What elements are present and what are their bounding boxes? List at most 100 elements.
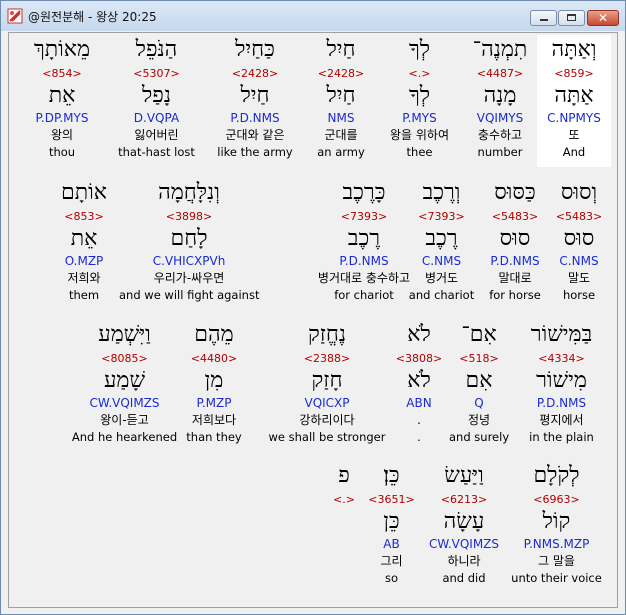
english-gloss: than they bbox=[186, 430, 242, 444]
korean-gloss: 왕을 위하여 bbox=[389, 128, 449, 142]
lemma-word: אֵת bbox=[70, 226, 98, 251]
lemma-word: סוּס bbox=[499, 226, 531, 251]
lemma-word: לְךָ bbox=[408, 83, 431, 108]
word-cell[interactable]: הַנֹּפֵל <5307> נָפַל D.VQPA 잃어버린 that-hast l… bbox=[109, 35, 204, 167]
parse-code: D.VQPA bbox=[133, 111, 180, 125]
parse-code: P.DP.MYS bbox=[35, 111, 89, 125]
word-cell[interactable]: לְקֹלָם <6963> קוֹל P.NMS.MZP 그 말을 unto their… bbox=[509, 461, 604, 593]
word-cell[interactable]: כַּחַיִל <2428> חַיִל P.D.NMS 군대와 같은 like the… bbox=[205, 35, 305, 167]
close-icon: ✕ bbox=[597, 11, 609, 25]
lemma-word: עָשָׂה bbox=[443, 509, 485, 534]
word-cell[interactable]: וְאַתָּה <859> אַתָּה C.NPMYS 또 And bbox=[537, 35, 611, 167]
word-cell[interactable]: פ <.> bbox=[324, 461, 364, 593]
hebrew-word: וַיִּשְׁמַע bbox=[98, 322, 151, 347]
word-cell[interactable]: כַּסּוּס <5483> סוּס P.D.NMS 말대로 for horse bbox=[481, 178, 549, 310]
english-gloss: and did bbox=[442, 571, 486, 585]
korean-gloss: 말대로 bbox=[498, 271, 532, 285]
hebrew-word: וְאַתָּה bbox=[551, 37, 597, 62]
english-gloss: them bbox=[68, 288, 100, 302]
english-gloss: unto their voice bbox=[511, 571, 602, 585]
english-gloss: and surely bbox=[449, 430, 510, 444]
hebrew-word: כַּסּוּס bbox=[494, 180, 536, 205]
parse-code: AB bbox=[383, 537, 400, 551]
korean-gloss: 그 말을 bbox=[538, 554, 575, 568]
word-cell[interactable]: וַיַּעַשׂ <6213> עָשָׂה CW.VQIMZS 하니라 and did bbox=[424, 461, 504, 593]
word-cell[interactable]: וְסוּס <5483> סוּס C.NMS 말도 horse bbox=[550, 178, 608, 310]
lemma-word: נָפַל bbox=[142, 83, 171, 108]
lemma-word: מָנָה bbox=[483, 83, 517, 108]
parse-code: CW.VQIMZS bbox=[428, 537, 500, 551]
english-gloss: that-hast lost bbox=[118, 145, 195, 159]
hebrew-word: אוֹתָם bbox=[61, 180, 107, 205]
hebrew-word: לְךָ bbox=[408, 37, 431, 62]
strongs-number: <4334> bbox=[538, 352, 585, 365]
lemma-word: רֶכֶב bbox=[425, 226, 458, 251]
korean-gloss: 왕의 bbox=[50, 128, 74, 142]
strongs-number: <6213> bbox=[440, 493, 488, 506]
korean-gloss: 말도 bbox=[567, 271, 591, 285]
hebrew-word: אִם־ bbox=[461, 322, 497, 347]
english-gloss: so bbox=[384, 571, 399, 585]
english-gloss: . bbox=[417, 430, 421, 444]
hebrew-word: וְרֶכֶב bbox=[422, 180, 461, 205]
english-gloss: number bbox=[477, 145, 523, 159]
close-button[interactable]: ✕ bbox=[587, 10, 619, 26]
strongs-number: <3898> bbox=[165, 210, 213, 223]
hebrew-word: הַנֹּפֵל bbox=[135, 37, 178, 62]
english-gloss: And he hearkened bbox=[71, 430, 178, 444]
lemma-word: שָׁמַע bbox=[103, 368, 146, 393]
word-cell[interactable]: אוֹתָם <853> אֵת O.MZP 저희와 them bbox=[49, 178, 119, 310]
korean-gloss: 강하리이다 bbox=[299, 413, 355, 427]
english-gloss: and chariot bbox=[408, 288, 475, 302]
word-cell[interactable]: אִם־ <518> אִם Q 정녕 and surely bbox=[449, 320, 509, 452]
korean-gloss bbox=[324, 553, 364, 570]
word-cell[interactable]: וְרֶכֶב <7393> רֶכֶב C.NMS 병거도 and chariot bbox=[404, 178, 479, 310]
word-cell[interactable]: מֵהֶם <4480> מִן P.MZP 저희보다 than they bbox=[184, 320, 244, 452]
minimize-button[interactable] bbox=[530, 10, 557, 26]
english-gloss: horse bbox=[562, 288, 596, 302]
strongs-number: <518> bbox=[459, 352, 499, 365]
korean-gloss: 하니라 bbox=[447, 554, 481, 568]
hebrew-word: בַּמִּישׁוֹר bbox=[530, 322, 593, 347]
parse-code: P.D.NMS bbox=[230, 111, 280, 125]
hebrew-word: לְקֹלָם bbox=[533, 463, 580, 488]
hebrew-word: מֵהֶם bbox=[194, 322, 234, 347]
interlinear-panel[interactable]: מֵאוֹתָךְ <854> אֵת P.DP.MYS 왕의 thou הַנֹּפֵל <… bbox=[8, 32, 618, 608]
word-cell[interactable]: לְךָ <.> לְךָ P.MYS 왕을 위하여 thee bbox=[377, 35, 462, 167]
lemma-word: חָזַק bbox=[311, 368, 343, 393]
hebrew-word: נֶחֱזַק bbox=[307, 322, 347, 347]
word-cell[interactable]: וַיִּשְׁמַע <8085> שָׁמַע CW.VQIMZS 왕이-듣고 And… bbox=[67, 320, 182, 452]
lemma-word: לֹא bbox=[407, 368, 431, 393]
word-cell[interactable]: בַּמִּישׁוֹר <4334> מִישׁוֹר P.D.NMS 평지에서 in … bbox=[519, 320, 604, 452]
strongs-number: <4480> bbox=[190, 352, 238, 365]
strongs-number: <854> bbox=[42, 67, 82, 80]
word-cell[interactable]: כֵּן׃ <3651> כֵּן AB 그리 so bbox=[364, 461, 419, 593]
korean-gloss: 정녕 bbox=[467, 413, 491, 427]
hebrew-word: תִמְנֶה־ bbox=[472, 37, 528, 62]
parse-code: C.NPMYS bbox=[547, 111, 601, 125]
word-cell[interactable]: מֵאוֹתָךְ <854> אֵת P.DP.MYS 왕의 thou bbox=[17, 35, 107, 167]
word-cell[interactable]: וְנִלָּחֲמָה <3898> לָחַם C.VHICXPVh 우리가-싸우면… bbox=[119, 178, 259, 310]
maximize-button[interactable] bbox=[558, 10, 585, 26]
korean-gloss: 우리가-싸우면 bbox=[153, 271, 225, 285]
korean-gloss: 저희와 bbox=[67, 271, 101, 285]
word-cell[interactable]: תִמְנֶה־ <4487> מָנָה VQIMYS 충수하고 number bbox=[464, 35, 536, 167]
maximize-icon bbox=[567, 14, 576, 21]
english-gloss: an army bbox=[317, 145, 365, 159]
korean-gloss: 평지에서 bbox=[539, 413, 584, 427]
window-title: @원전분해 - 왕상 20:25 bbox=[28, 10, 157, 24]
word-cell[interactable]: נֶחֱזַק <2388> חָזַק VQICXP 강하리이다 we shall be… bbox=[267, 320, 387, 452]
parse-code: P.D.NMS bbox=[536, 396, 587, 410]
app-window: @원전분해 - 왕상 20:25 ✕ מֵאוֹתָךְ <854> אֵת P.DP… bbox=[0, 0, 626, 615]
word-cell[interactable]: לֹא <3808> לֹא ABN.. bbox=[394, 320, 444, 452]
title-bar[interactable]: @원전분해 - 왕상 20:25 ✕ bbox=[1, 1, 625, 31]
word-cell[interactable]: חַיִל <2428> חַיִל NMS 군대를 an army bbox=[306, 35, 376, 167]
korean-gloss: 군대와 같은 bbox=[225, 128, 285, 142]
hebrew-word: וְסוּס bbox=[560, 180, 598, 205]
parse-code: Q bbox=[474, 396, 484, 410]
strongs-number: <2428> bbox=[317, 67, 365, 80]
strongs-number: <.> bbox=[408, 67, 431, 80]
parse-code: C.VHICXPVh bbox=[152, 254, 226, 268]
hebrew-word: לֹא bbox=[407, 322, 431, 347]
strongs-number: <5483> bbox=[555, 210, 603, 223]
